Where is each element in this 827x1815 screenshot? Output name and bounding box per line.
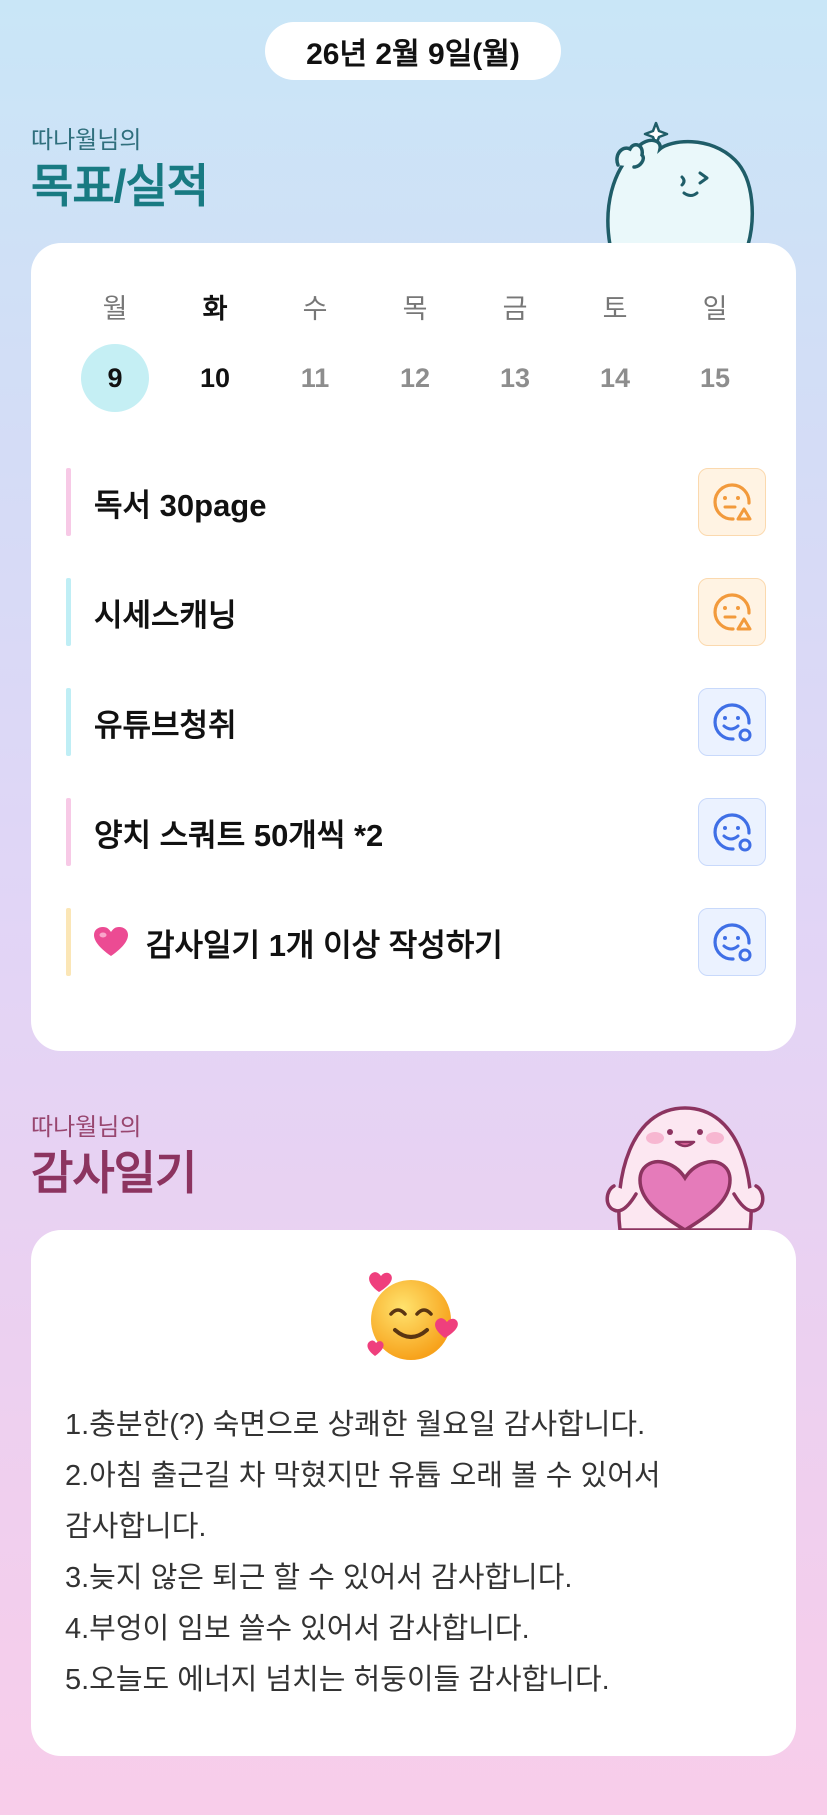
weekday-label: 월	[102, 294, 128, 324]
goal-color-bar	[66, 578, 71, 646]
goal-label-wrap: 감사일기 1개 이상 작성하기	[94, 920, 503, 965]
face-circle-icon	[713, 813, 752, 852]
goal-color-bar	[66, 798, 71, 866]
goal-color-bar	[66, 468, 71, 536]
face-circle-icon	[713, 923, 752, 962]
weekday-label: 수	[302, 294, 328, 324]
weekday-label: 일	[702, 294, 728, 324]
day-11[interactable]: 11	[265, 344, 365, 412]
goal-section-title: 목표/실적	[31, 160, 209, 212]
status-partial-button[interactable]	[698, 468, 766, 536]
weekday-label: 목	[402, 294, 428, 324]
gratitude-line: 4.부엉이 임보 쓸수 있어서 감사합니다.	[65, 1613, 530, 1645]
date-pill[interactable]: 26년 2월 9일(월)	[265, 22, 561, 80]
status-partial-button[interactable]	[698, 578, 766, 646]
face-triangle-icon	[713, 483, 752, 521]
day-9-selected[interactable]: 9	[65, 344, 165, 412]
goal-color-bar	[66, 908, 71, 976]
gratitude-line: 1.충분한(?) 숙면으로 상쾌한 월요일 감사합니다.	[65, 1409, 646, 1441]
thanks-section-title: 감사일기	[31, 1147, 197, 1199]
goal-item[interactable]: 감사일기 1개 이상 작성하기	[66, 908, 766, 976]
day-15[interactable]: 15	[665, 344, 765, 412]
goal-label: 시세스캐닝	[94, 597, 237, 633]
gratitude-card: 1.충분한(?) 숙면으로 상쾌한 월요일 감사합니다. 2.아침 출근길 차 …	[31, 1230, 796, 1756]
day-10[interactable]: 10	[165, 344, 265, 412]
status-done-button[interactable]	[698, 798, 766, 866]
status-done-button[interactable]	[698, 908, 766, 976]
mascot-heart-icon	[605, 1106, 765, 1230]
gratitude-line: 3.늦지 않은 퇴근 할 수 있어서 감사합니다.	[65, 1562, 573, 1594]
day-12[interactable]: 12	[365, 344, 465, 412]
day-14[interactable]: 14	[565, 344, 665, 412]
status-done-button[interactable]	[698, 688, 766, 756]
goal-item[interactable]: 양치 스쿼트 50개씩 *2	[66, 798, 766, 866]
goal-label: 유튜브청취	[94, 707, 237, 743]
goal-label: 독서 30page	[94, 487, 267, 523]
gratitude-line: 2.아침 출근길 차 막혔지만 유튭 오래 볼 수 있어서	[65, 1460, 661, 1492]
gratitude-text: 1.충분한(?) 숙면으로 상쾌한 월요일 감사합니다. 2.아침 출근길 차 …	[65, 1400, 765, 1706]
week-strip: 월 화 수 목 금 토 일 9 10 11 12 13 14 15	[65, 289, 765, 412]
goal-item[interactable]: 독서 30page	[66, 468, 766, 536]
weekday-label: 금	[502, 294, 528, 324]
goal-card: 월 화 수 목 금 토 일 9 10 11 12 13 14 15 독서 30p…	[31, 243, 796, 1051]
goal-item[interactable]: 시세스캐닝	[66, 578, 766, 646]
heart-icon	[94, 927, 128, 956]
gratitude-line: 감사합니다.	[65, 1511, 207, 1543]
day-13[interactable]: 13	[465, 344, 565, 412]
goal-label: 감사일기 1개 이상 작성하기	[146, 927, 503, 963]
smiling-face-with-hearts-icon	[367, 1272, 458, 1360]
gratitude-line: 5.오늘도 에너지 넘치는 허둥이들 감사합니다.	[65, 1664, 610, 1696]
goal-item[interactable]: 유튜브청취	[66, 688, 766, 756]
goal-label: 양치 스쿼트 50개씩 *2	[94, 817, 384, 853]
weekday-label: 화	[202, 294, 228, 324]
goal-list: 독서 30page 시세스캐닝 유튜브청취 양치 스쿼트 50개씩 *2 감사일…	[66, 468, 766, 1018]
day-number: 9	[81, 344, 149, 412]
face-triangle-icon	[713, 593, 752, 631]
goal-color-bar	[66, 688, 71, 756]
mascot-thumbs-up-icon	[606, 121, 754, 245]
weekday-label: 토	[602, 294, 628, 324]
face-circle-icon	[713, 703, 752, 742]
